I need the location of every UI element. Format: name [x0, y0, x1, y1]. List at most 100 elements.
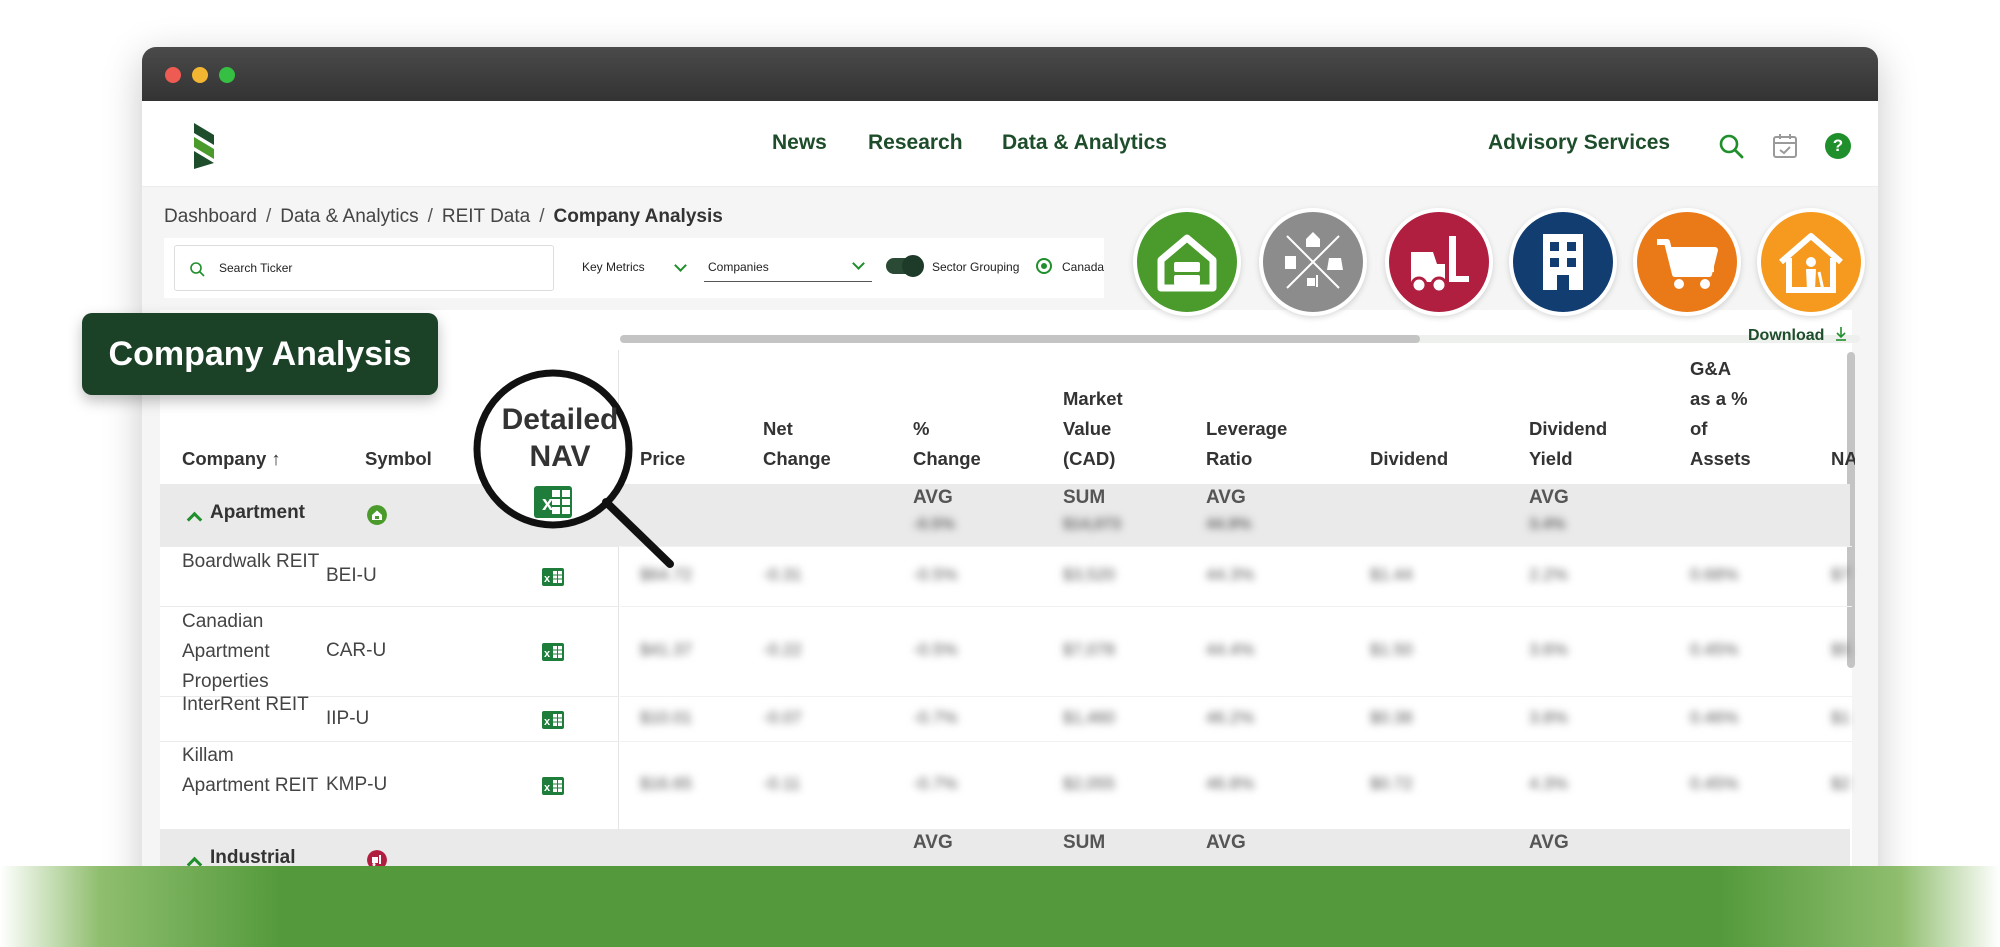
- filter-bar: Key Metrics Companies Sector Grouping Ca…: [164, 238, 1104, 298]
- header-line: Value: [1063, 418, 1112, 439]
- aggregate-dividend-yield: AVG: [1529, 832, 1569, 853]
- sector-seniors-housing-button[interactable]: [1757, 208, 1865, 316]
- symbol-cell: CAR-U: [326, 640, 387, 661]
- search-ticker-input[interactable]: [219, 258, 519, 278]
- sector-retail-button[interactable]: [1633, 208, 1741, 316]
- breadcrumb-data-analytics[interactable]: Data & Analytics: [280, 206, 418, 228]
- net-change-cell: -0.11: [763, 774, 801, 793]
- column-header-dividend[interactable]: Dividend: [1370, 444, 1448, 474]
- table-row[interactable]: Killam Apartment REIT KMP-U x: [160, 741, 618, 829]
- group-row-apartment[interactable]: Apartment AVG SUM AVG AVG -0.5% $14,073 …: [160, 484, 1850, 546]
- key-metrics-label: Key Metrics: [582, 260, 645, 274]
- column-header-market-value[interactable]: Market Value (CAD): [1063, 384, 1123, 474]
- breadcrumb: Dashboard / Data & Analytics / REIT Data / Com…: [164, 206, 723, 228]
- companies-select[interactable]: Companies: [704, 254, 872, 282]
- calendar-icon[interactable]: [1771, 132, 1799, 160]
- sector-residential-button[interactable]: [1133, 208, 1241, 316]
- company-name-cell[interactable]: Killam Apartment REIT: [182, 741, 322, 801]
- breadcrumb-dashboard[interactable]: Dashboard: [164, 206, 257, 228]
- excel-nav-icon[interactable]: x: [542, 709, 564, 731]
- nav-cell: $5: [1831, 640, 1850, 659]
- retail-sector-icon: [1657, 239, 1718, 289]
- column-header-company[interactable]: Company ↑: [182, 444, 281, 474]
- company-name-cell[interactable]: Canadian Apartment Properties: [182, 607, 322, 697]
- header-line: Leverage: [1206, 418, 1288, 439]
- download-button[interactable]: Download: [1748, 327, 1847, 345]
- svg-text:x: x: [544, 648, 551, 660]
- sector-diversified-button[interactable]: [1259, 208, 1367, 316]
- column-header-company-label: Company ↑: [182, 448, 281, 469]
- search-icon[interactable]: [1718, 133, 1744, 159]
- header-line: Ratio: [1206, 448, 1253, 469]
- symbol-cell: IIP-U: [326, 707, 370, 729]
- minimize-window-button[interactable]: [192, 67, 208, 83]
- header-line: Change: [913, 448, 981, 469]
- table-row[interactable]: InterRent REIT IIP-U x: [160, 694, 618, 741]
- key-metrics-dropdown[interactable]: Key Metrics: [582, 259, 687, 274]
- column-header-pct-change[interactable]: % Change: [913, 414, 981, 474]
- header-line: Dividend: [1529, 418, 1608, 439]
- chevron-down-icon: [852, 257, 865, 270]
- pct-change-cell: -0.7%: [913, 707, 958, 727]
- nav-advisory-services-link[interactable]: Advisory Services: [1488, 131, 1670, 155]
- nav-research-link[interactable]: Research: [868, 131, 963, 155]
- sector-grouping-toggle[interactable]: [886, 255, 924, 277]
- magnifier-label-line1: Detailed: [501, 403, 619, 436]
- header-line: %: [913, 418, 930, 439]
- price-cell: $41.37: [640, 640, 692, 659]
- aggregate-leverage: AVG: [1206, 487, 1246, 508]
- nav-news-link[interactable]: News: [772, 131, 827, 155]
- sector-industrial-button[interactable]: [1385, 208, 1493, 316]
- excel-nav-icon[interactable]: x: [542, 775, 564, 797]
- row-divider: [620, 696, 1852, 697]
- stage: News Research Data & Analytics Advisory …: [0, 0, 2000, 947]
- column-header-symbol[interactable]: Symbol: [365, 444, 432, 474]
- table-row[interactable]: Canadian Apartment Properties CAR-U x: [160, 606, 618, 696]
- seniors-housing-sector-icon: [1779, 233, 1843, 293]
- close-window-button[interactable]: [165, 67, 181, 83]
- office-sector-icon: [1543, 234, 1583, 290]
- horizontal-scrollbar-thumb[interactable]: [620, 335, 1420, 343]
- breadcrumb-reit-data[interactable]: REIT Data: [442, 206, 530, 228]
- header-line: Change: [763, 448, 831, 469]
- pct-change-cell: -0.7%: [913, 774, 958, 793]
- dividend-cell: $1.50: [1370, 640, 1413, 659]
- canada-radio[interactable]: [1036, 258, 1052, 274]
- companies-select-value: Companies: [708, 260, 769, 274]
- nav-data-analytics-link[interactable]: Data & Analytics: [1002, 131, 1167, 155]
- company-name-cell[interactable]: InterRent REIT: [182, 690, 322, 720]
- row-divider: [620, 546, 1852, 547]
- aggregate-leverage-value: 44.9%: [1206, 516, 1252, 533]
- aggregate-leverage: AVG: [1206, 832, 1246, 853]
- excel-nav-icon[interactable]: x: [542, 641, 564, 663]
- leverage-cell: 46.2%: [1206, 707, 1255, 727]
- dividend-cell: $1.44: [1370, 565, 1413, 584]
- column-header-net-change[interactable]: Net Change: [763, 414, 831, 474]
- brand-logo-icon[interactable]: [192, 123, 216, 169]
- svg-text:x: x: [544, 716, 551, 728]
- search-icon: [190, 262, 205, 277]
- column-header-dividend-yield[interactable]: Dividend Yield: [1529, 414, 1607, 474]
- sector-office-button[interactable]: [1509, 208, 1617, 316]
- search-ticker-box[interactable]: [174, 245, 554, 291]
- chevron-down-icon: [674, 259, 687, 272]
- leverage-cell: 44.3%: [1206, 565, 1255, 584]
- breadcrumb-separator: /: [427, 206, 433, 227]
- chevron-up-icon[interactable]: [186, 511, 203, 528]
- group-label: Apartment: [210, 502, 306, 523]
- breadcrumb-separator: /: [539, 206, 545, 227]
- symbol-cell: KMP-U: [326, 774, 388, 795]
- net-change-cell: -0.22: [763, 640, 802, 659]
- column-header-ga-assets[interactable]: G&A as a % of Assets: [1690, 354, 1751, 474]
- maximize-window-button[interactable]: [219, 67, 235, 83]
- net-change-cell: -0.07: [763, 707, 802, 727]
- diversified-sector-icon: [1285, 232, 1343, 289]
- column-header-leverage-ratio[interactable]: Leverage Ratio: [1206, 414, 1287, 474]
- ga-cell: 0.46%: [1690, 707, 1739, 727]
- residential-sector-icon: [1157, 234, 1217, 292]
- help-icon[interactable]: ?: [1825, 133, 1851, 159]
- aggregate-market-value-value: $14,073: [1063, 516, 1121, 533]
- leverage-cell: 44.4%: [1206, 640, 1255, 659]
- company-name-cell[interactable]: Boardwalk REIT: [182, 547, 322, 577]
- column-header-nav[interactable]: NA: [1831, 444, 1855, 474]
